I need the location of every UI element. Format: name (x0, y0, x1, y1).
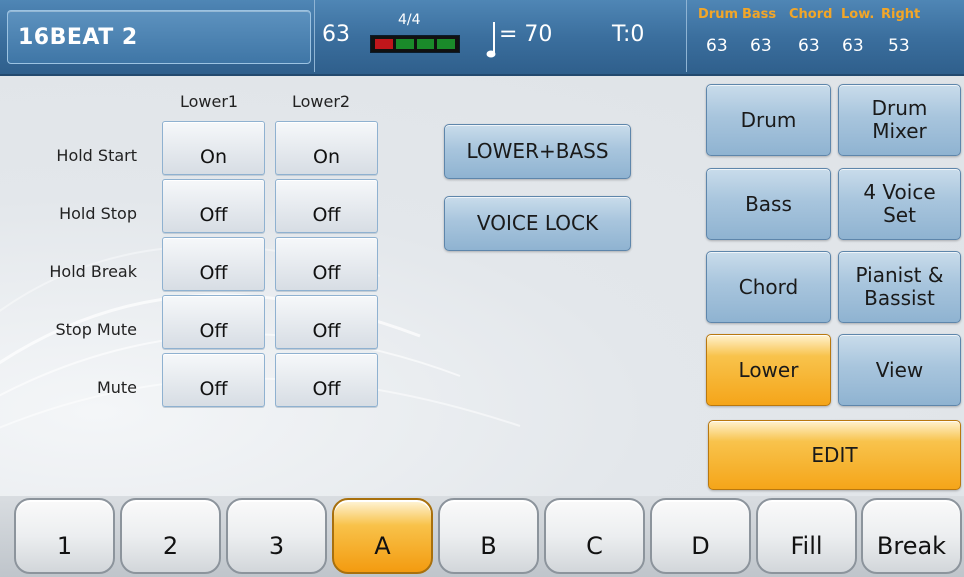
variation-button-d[interactable]: D (650, 498, 751, 574)
voice-lock-button[interactable]: VOICE LOCK (444, 196, 631, 251)
lower-button[interactable]: Lower (706, 334, 831, 406)
row-label-mute: Mute (96, 378, 137, 397)
volume-label-drum: Drum (698, 7, 739, 22)
four-voice-set-label-line1: 4 Voice (863, 180, 936, 204)
variation-button-3[interactable]: 3 (226, 498, 327, 574)
variation-button-b[interactable]: B (438, 498, 539, 574)
drum-mixer-label-line2: Mixer (872, 119, 927, 143)
toggle-mute-lower2[interactable]: Off (275, 353, 378, 407)
variation-button-1[interactable]: 1 (14, 498, 115, 574)
four-voice-set-label-line2: Set (883, 203, 916, 227)
transpose-value[interactable]: T:0 (612, 22, 644, 47)
variation-button-c[interactable]: C (544, 498, 645, 574)
beat-indicator (370, 35, 460, 53)
column-header-lower2: Lower2 (292, 92, 351, 111)
edit-button[interactable]: EDIT (708, 420, 961, 490)
volume-label-bass: Bass (742, 7, 777, 22)
volume-value-drum[interactable]: 63 (706, 36, 728, 56)
header-bar: 16BEAT 2 63 4/4 = 70 T:0 Drum Bass Chord… (0, 0, 964, 76)
toggle-hold-break-lower1[interactable]: Off (162, 237, 265, 291)
volume-label-chord: Chord (789, 7, 833, 22)
view-button[interactable]: View (838, 334, 961, 406)
column-header-lower1: Lower1 (180, 92, 239, 111)
pianist-bassist-label-line2: Bassist (864, 286, 935, 310)
beat-led-4 (437, 39, 455, 49)
chord-button[interactable]: Chord (706, 251, 831, 323)
header-value: 63 (322, 22, 350, 47)
toggle-hold-stop-lower2[interactable]: Off (275, 179, 378, 233)
header-divider (314, 0, 315, 72)
row-label-hold-stop: Hold Stop (59, 204, 137, 223)
variation-button-break[interactable]: Break (861, 498, 962, 574)
volume-value-right[interactable]: 53 (888, 36, 910, 56)
row-label-stop-mute: Stop Mute (55, 320, 137, 339)
drum-mixer-button[interactable]: Drum Mixer (838, 84, 961, 156)
toggle-stop-mute-lower2[interactable]: Off (275, 295, 378, 349)
volume-value-bass[interactable]: 63 (750, 36, 772, 56)
lower-bass-button[interactable]: LOWER+BASS (444, 124, 631, 179)
variation-button-2[interactable]: 2 (120, 498, 221, 574)
volume-label-right: Right (881, 7, 921, 22)
quarter-note-icon (486, 22, 496, 58)
volume-value-chord[interactable]: 63 (798, 36, 820, 56)
style-name-box[interactable]: 16BEAT 2 (7, 10, 311, 64)
toggle-stop-mute-lower1[interactable]: Off (162, 295, 265, 349)
bass-button[interactable]: Bass (706, 168, 831, 240)
tempo-value[interactable]: = 70 (499, 22, 552, 47)
toggle-hold-stop-lower1[interactable]: Off (162, 179, 265, 233)
beat-led-3 (416, 39, 435, 49)
volume-label-lower: Low. (841, 7, 875, 22)
toggle-hold-break-lower2[interactable]: Off (275, 237, 378, 291)
variation-button-fill[interactable]: Fill (756, 498, 857, 574)
pianist-bassist-label-line1: Pianist & (855, 263, 944, 287)
row-label-hold-start: Hold Start (56, 146, 137, 165)
variation-button-a[interactable]: A (332, 498, 433, 574)
header-divider (686, 0, 687, 72)
time-signature: 4/4 (398, 12, 421, 28)
volume-value-lower[interactable]: 63 (842, 36, 864, 56)
toggle-hold-start-lower1[interactable]: On (162, 121, 265, 175)
beat-led-1 (375, 39, 393, 49)
row-label-hold-break: Hold Break (49, 262, 137, 281)
drum-button[interactable]: Drum (706, 84, 831, 156)
four-voice-set-button[interactable]: 4 Voice Set (838, 168, 961, 240)
pianist-bassist-button[interactable]: Pianist & Bassist (838, 251, 961, 323)
beat-led-2 (395, 39, 414, 49)
toggle-hold-start-lower2[interactable]: On (275, 121, 378, 175)
style-name: 16BEAT 2 (18, 25, 138, 50)
toggle-mute-lower1[interactable]: Off (162, 353, 265, 407)
drum-mixer-label-line1: Drum (871, 96, 928, 120)
